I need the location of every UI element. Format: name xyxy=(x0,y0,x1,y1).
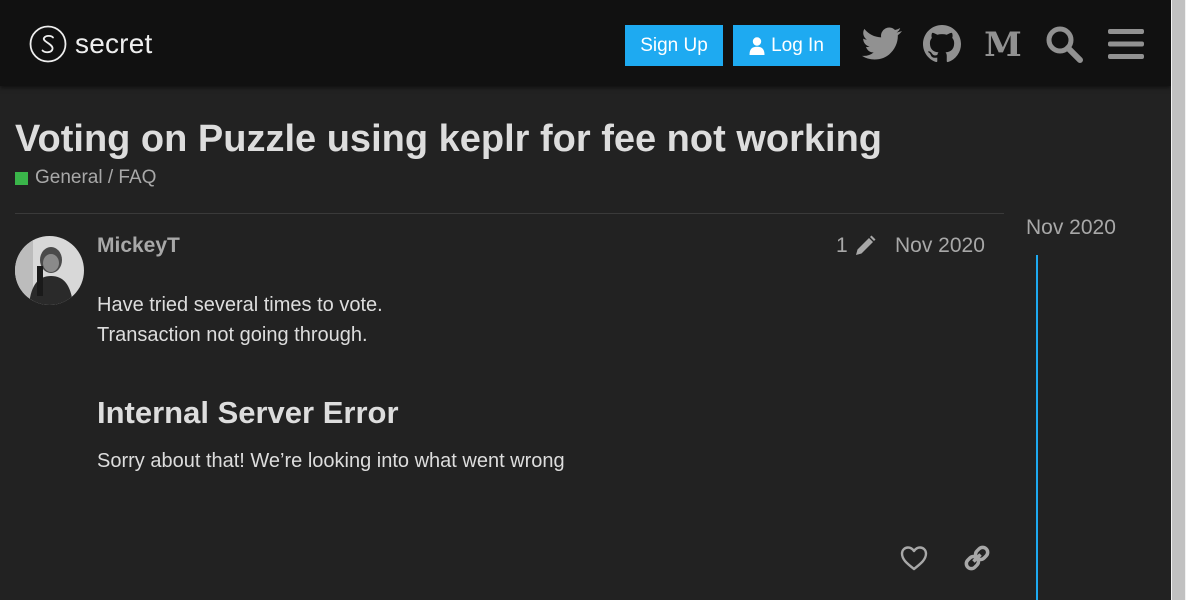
error-heading: Internal Server Error xyxy=(97,395,399,430)
post-line: Have tried several times to vote. xyxy=(97,294,383,316)
post-date[interactable]: Nov 2020 xyxy=(895,234,985,258)
site-header: secret Sign Up Log In M xyxy=(0,0,1171,86)
topic-title[interactable]: Voting on Puzzle using keplr for fee not… xyxy=(15,118,882,161)
edit-history[interactable]: 1 xyxy=(836,234,876,258)
share-link-button[interactable] xyxy=(959,540,995,576)
avatar[interactable] xyxy=(15,236,84,305)
timeline-date[interactable]: Nov 2020 xyxy=(1026,216,1116,240)
scrollbar-thumb[interactable] xyxy=(1172,0,1185,600)
user-icon xyxy=(749,36,765,55)
post-content: Have tried several times to vote. Transa… xyxy=(97,290,383,350)
github-icon[interactable] xyxy=(921,23,963,65)
sign-up-button[interactable]: Sign Up xyxy=(625,25,723,66)
timeline-scroll-line[interactable] xyxy=(1036,255,1038,600)
twitter-icon[interactable] xyxy=(861,23,903,65)
category-link[interactable]: General / FAQ xyxy=(15,167,156,189)
pencil-icon xyxy=(855,235,876,255)
category-label: General / FAQ xyxy=(35,167,157,188)
log-in-button[interactable]: Log In xyxy=(733,25,840,66)
title-divider xyxy=(15,213,1004,214)
log-in-label: Log In xyxy=(771,34,824,56)
medium-icon[interactable]: M xyxy=(982,23,1024,65)
logo-text: secret xyxy=(75,28,153,59)
category-badge xyxy=(15,171,28,185)
heart-icon xyxy=(900,546,928,571)
edit-count: 1 xyxy=(836,234,848,257)
error-message: Sorry about that! We’re looking into wha… xyxy=(97,450,565,472)
link-icon xyxy=(964,545,990,571)
site-logo[interactable]: secret xyxy=(29,24,152,64)
secret-logo-icon xyxy=(29,25,67,63)
svg-text:M: M xyxy=(984,28,1022,60)
like-button[interactable] xyxy=(896,540,932,576)
post-line: Transaction not going through. xyxy=(97,324,368,346)
post-username[interactable]: MickeyT xyxy=(97,234,180,258)
search-icon[interactable] xyxy=(1043,23,1085,65)
menu-icon[interactable] xyxy=(1105,23,1147,65)
